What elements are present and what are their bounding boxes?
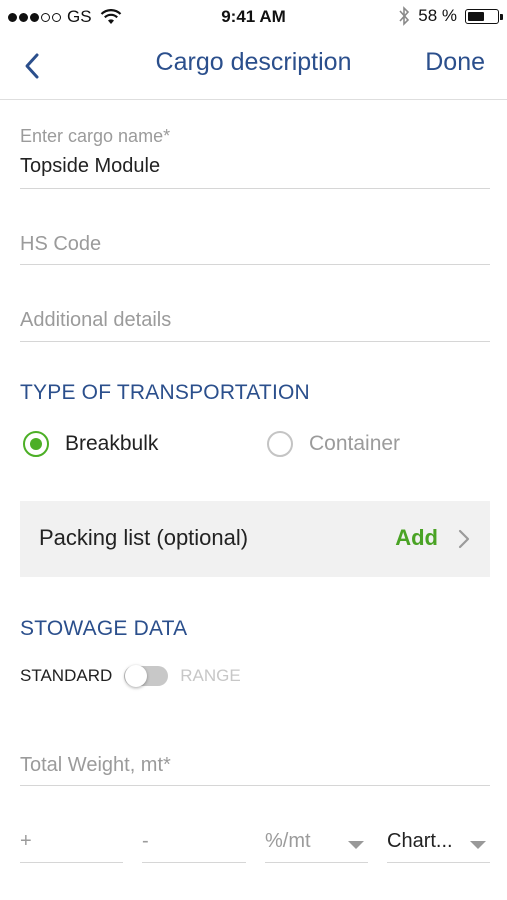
unit-dropdown-value: %/mt [265, 830, 311, 852]
hs-code-field[interactable]: HS Code [20, 233, 490, 265]
chart-dropdown[interactable]: Chart... [387, 830, 490, 863]
battery-icon [465, 8, 503, 24]
additional-details-placeholder: Additional details [20, 309, 172, 331]
dropdown-arrow-icon [470, 841, 486, 849]
bluetooth-icon [399, 6, 410, 26]
chart-dropdown-value: Chart... [387, 830, 453, 852]
packing-list-add-button[interactable]: Add [395, 525, 438, 551]
total-weight-field[interactable]: Total Weight, mt* [20, 754, 490, 786]
toggle-range-label: RANGE [180, 666, 241, 685]
standard-range-toggle-row: STANDARD RANGE [20, 665, 241, 687]
stowage-section-title: STOWAGE DATA [20, 617, 188, 640]
toggle-knob [125, 665, 148, 687]
dropdown-arrow-icon [348, 841, 364, 849]
cargo-name-field[interactable]: Enter cargo name* Topside Module [20, 126, 490, 189]
hs-code-placeholder: HS Code [20, 233, 102, 255]
status-bar: GS 9:41 AM 58 % [0, 0, 507, 34]
radio-checked-icon [23, 431, 49, 457]
total-weight-placeholder: Total Weight, mt* [20, 754, 171, 776]
radio-breakbulk-label: Breakbulk [65, 432, 159, 455]
radio-breakbulk[interactable]: Breakbulk [23, 431, 158, 457]
minus-tolerance-field[interactable]: - [142, 830, 246, 863]
standard-range-toggle[interactable] [124, 665, 169, 687]
plus-tolerance-placeholder: + [20, 830, 32, 852]
plus-tolerance-field[interactable]: + [20, 830, 123, 863]
radio-container[interactable]: Container [267, 431, 400, 457]
packing-list-row[interactable]: Packing list (optional) Add [20, 501, 490, 577]
radio-container-label: Container [309, 432, 401, 455]
unit-dropdown[interactable]: %/mt [265, 830, 368, 863]
chevron-right-icon [458, 529, 470, 549]
cargo-name-label: Enter cargo name* [20, 126, 171, 146]
done-button[interactable]: Done [425, 48, 485, 77]
minus-tolerance-placeholder: - [142, 830, 149, 852]
navigation-bar: Cargo description Done [0, 34, 507, 100]
toggle-standard-label: STANDARD [20, 666, 113, 685]
battery-percent: 58 % [418, 6, 457, 25]
transportation-section-title: TYPE OF TRANSPORTATION [20, 381, 310, 404]
cargo-name-value[interactable]: Topside Module [20, 155, 490, 178]
additional-details-field[interactable]: Additional details [20, 309, 490, 342]
status-right: 58 % [398, 6, 503, 26]
packing-list-label: Packing list (optional) [39, 525, 249, 550]
radio-unchecked-icon [267, 431, 293, 457]
